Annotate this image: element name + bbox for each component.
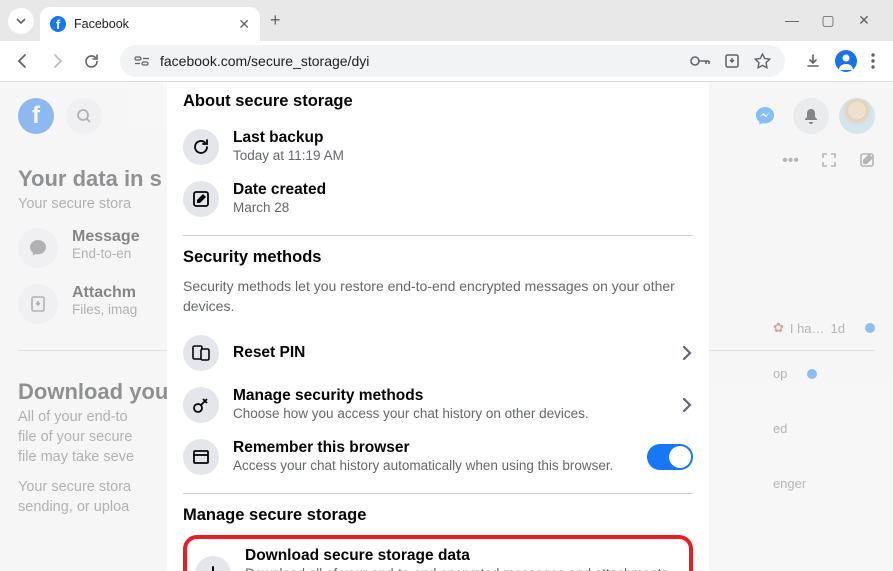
messenger-icon <box>754 105 776 127</box>
manage-storage-title: Manage secure storage <box>183 506 693 525</box>
download-storage-row[interactable]: Download secure storage data Download al… <box>195 545 681 571</box>
account-avatar[interactable] <box>839 98 875 134</box>
edit-square-icon <box>183 181 219 217</box>
reload-button[interactable] <box>76 46 106 76</box>
facebook-favicon: f <box>50 16 66 32</box>
chat-toolbar: ••• <box>782 152 875 170</box>
search-icon <box>76 108 92 124</box>
remember-browser-toggle[interactable] <box>647 444 693 470</box>
downloads-icon[interactable] <box>805 53 821 69</box>
date-created-value: March 28 <box>233 199 693 217</box>
last-backup-row: Last backup Today at 11:19 AM <box>183 121 693 173</box>
minimize-button[interactable]: — <box>785 12 799 29</box>
messenger-button[interactable] <box>747 98 783 134</box>
attachments-icon-bg <box>18 284 58 324</box>
more-icon[interactable]: ••• <box>782 152 799 170</box>
manage-security-methods-row[interactable]: Manage security methods Choose how you a… <box>183 379 693 431</box>
messenger-icon-bg <box>18 228 58 268</box>
security-methods-title: Security methods <box>183 248 693 267</box>
browser-tab[interactable]: f Facebook ✕ <box>40 7 260 41</box>
reset-pin-label: Reset PIN <box>233 344 667 362</box>
chevron-right-icon <box>681 344 693 362</box>
fb-search-button[interactable] <box>66 98 102 134</box>
tab-title: Facebook <box>74 17 230 31</box>
refresh-icon <box>183 129 219 165</box>
compose-icon[interactable] <box>859 152 875 168</box>
about-section-title: About secure storage <box>183 92 693 111</box>
devices-icon <box>183 335 219 371</box>
browser-menu-button[interactable] <box>871 53 875 69</box>
download-highlight: Download secure storage data Download al… <box>183 535 693 571</box>
new-tab-button[interactable]: + <box>270 10 281 31</box>
bell-icon <box>802 107 820 125</box>
manage-methods-sub: Choose how you access your chat history … <box>233 405 667 423</box>
key-icon <box>183 387 219 423</box>
chevron-down-icon <box>15 15 27 27</box>
expand-icon[interactable] <box>821 152 837 168</box>
download-storage-sub: Download all of your end-to-end encrypte… <box>245 565 681 571</box>
close-window-button[interactable]: ✕ <box>857 12 871 29</box>
remember-browser-sub: Access your chat history automatically w… <box>233 457 633 475</box>
date-created-row: Date created March 28 <box>183 173 693 225</box>
notifications-button[interactable] <box>793 98 829 134</box>
address-bar: facebook.com/secure_storage/dyi <box>0 41 893 82</box>
browser-window-icon <box>183 439 219 475</box>
window-controls: — ▢ ✕ <box>785 12 889 29</box>
tab-strip: f Facebook ✕ + — ▢ ✕ <box>0 0 893 41</box>
password-key-icon[interactable] <box>690 55 710 67</box>
last-backup-value: Today at 11:19 AM <box>233 147 693 165</box>
remember-browser-label: Remember this browser <box>233 439 633 457</box>
forward-button[interactable] <box>42 46 72 76</box>
remember-browser-row[interactable]: Remember this browser Access your chat h… <box>183 431 693 483</box>
install-app-icon[interactable] <box>724 53 740 69</box>
tab-search-button[interactable] <box>8 8 34 34</box>
last-backup-label: Last backup <box>233 129 693 147</box>
date-created-label: Date created <box>233 181 693 199</box>
profile-avatar-button[interactable] <box>835 50 857 72</box>
site-settings-icon <box>134 53 150 69</box>
chat-list-peek: ✿I ha…1d op ed enger <box>773 320 875 515</box>
download-icon <box>195 556 231 571</box>
manage-methods-label: Manage security methods <box>233 387 667 405</box>
security-methods-desc: Security methods let you restore end-to-… <box>183 277 693 316</box>
url-input[interactable]: facebook.com/secure_storage/dyi <box>120 45 785 77</box>
facebook-logo[interactable]: f <box>18 98 54 134</box>
chevron-right-icon <box>681 396 693 414</box>
bookmark-star-icon[interactable] <box>754 53 771 70</box>
reset-pin-row[interactable]: Reset PIN <box>183 327 693 379</box>
secure-storage-panel: About secure storage Last backup Today a… <box>167 82 709 571</box>
back-button[interactable] <box>8 46 38 76</box>
close-tab-button[interactable]: ✕ <box>238 16 250 33</box>
maximize-button[interactable]: ▢ <box>821 12 835 29</box>
download-storage-label: Download secure storage data <box>245 547 681 565</box>
url-text: facebook.com/secure_storage/dyi <box>160 53 369 69</box>
